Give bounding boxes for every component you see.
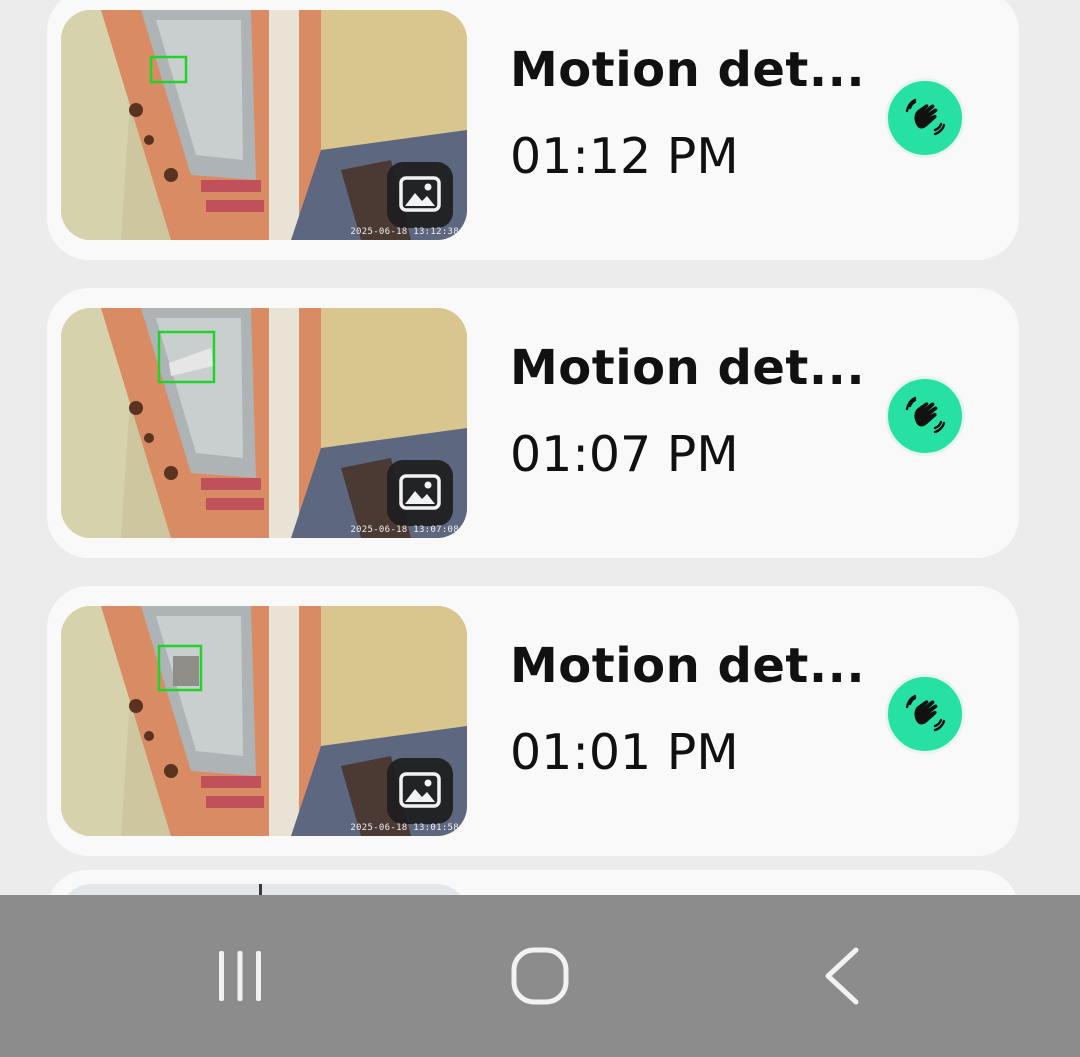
event-thumbnail[interactable] xyxy=(61,884,467,895)
event-title: Motion det... xyxy=(510,340,866,396)
recent-apps-icon xyxy=(219,951,261,1001)
image-badge xyxy=(387,758,453,824)
wave-hand-icon xyxy=(905,694,946,732)
system-navigation-bar xyxy=(0,895,1080,1057)
event-time: 01:01 PM xyxy=(510,724,739,781)
image-icon xyxy=(399,474,441,510)
event-thumbnail[interactable]: 2025-06-18 13:12:38 xyxy=(61,10,467,240)
image-icon xyxy=(399,176,441,212)
event-card[interactable]: 2025-06-18 13:12:38 Motion det... 01:12 … xyxy=(47,0,1019,260)
timestamp-overlay: 2025-06-18 13:12:38 xyxy=(350,227,459,237)
motion-badge xyxy=(885,78,965,158)
event-time: 01:12 PM xyxy=(510,128,739,185)
event-card[interactable]: 2025-06-18 13:01:58 Motion det... 01:01 … xyxy=(47,586,1019,856)
event-title: Motion det... xyxy=(510,638,866,694)
event-card[interactable] xyxy=(47,870,1019,895)
motion-badge xyxy=(885,376,965,456)
wave-hand-icon xyxy=(905,396,946,434)
recent-apps-button[interactable] xyxy=(160,895,320,1057)
wave-hand-icon xyxy=(905,98,946,136)
timestamp-overlay: 2025-06-18 13:01:58 xyxy=(350,823,459,833)
event-title: Motion det... xyxy=(510,42,866,98)
image-badge xyxy=(387,162,453,228)
event-time: 01:07 PM xyxy=(510,426,739,483)
event-thumbnail[interactable]: 2025-06-18 13:07:08 xyxy=(61,308,467,538)
thumbnail-detail xyxy=(259,884,262,895)
home-icon xyxy=(511,947,569,1005)
image-badge xyxy=(387,460,453,526)
back-button[interactable] xyxy=(762,895,922,1057)
event-card[interactable]: 2025-06-18 13:07:08 Motion det... 01:07 … xyxy=(47,288,1019,558)
event-thumbnail[interactable]: 2025-06-18 13:01:58 xyxy=(61,606,467,836)
image-icon xyxy=(399,772,441,808)
motion-badge xyxy=(885,674,965,754)
back-icon xyxy=(825,947,859,1005)
timestamp-overlay: 2025-06-18 13:07:08 xyxy=(350,525,459,535)
home-button[interactable] xyxy=(460,895,620,1057)
event-list: 2025-06-18 13:12:38 Motion det... 01:12 … xyxy=(0,0,1080,895)
